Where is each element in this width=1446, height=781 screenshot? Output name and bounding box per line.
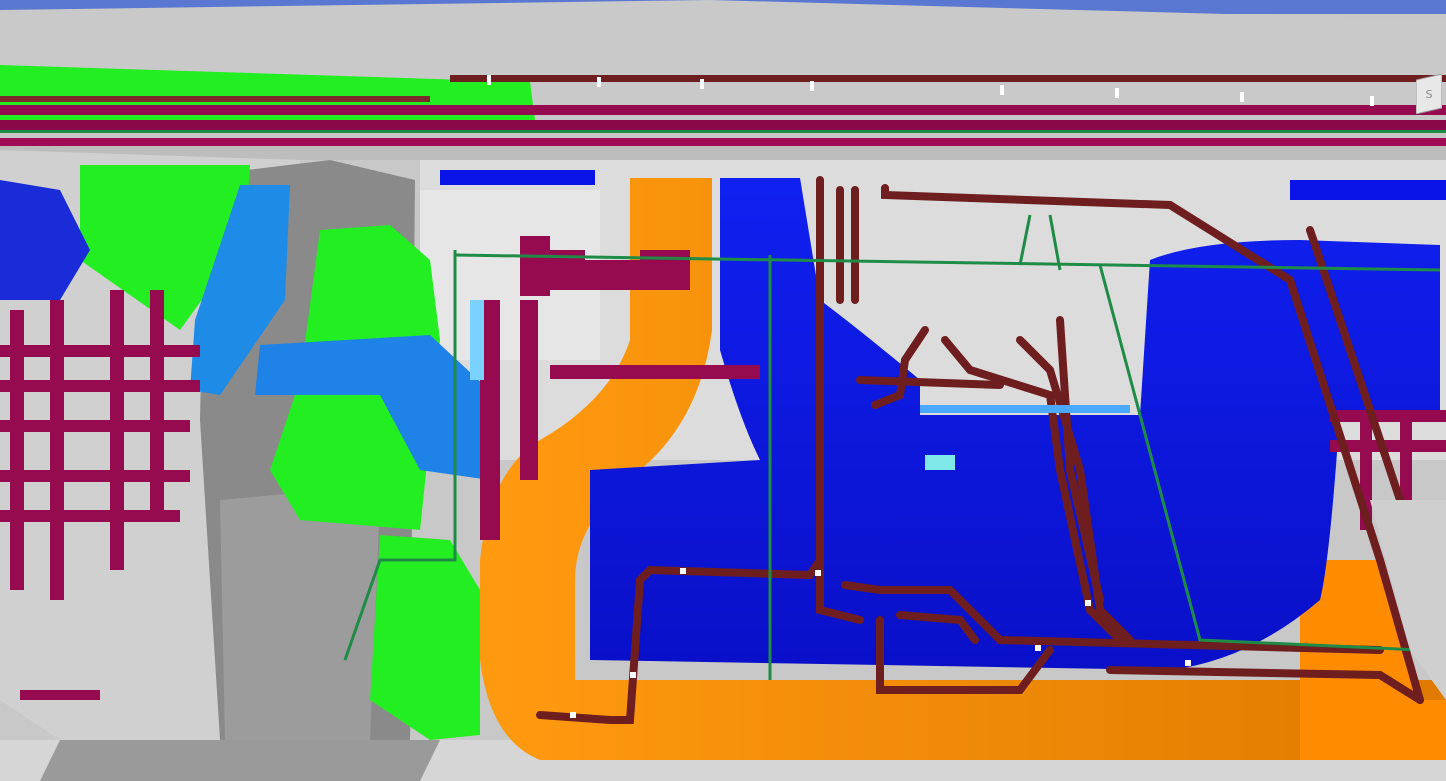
supply-duct-top-band-2: [1290, 180, 1446, 200]
supply-duct-top-band: [440, 170, 595, 185]
pipe-rack-top-2: [0, 120, 1446, 130]
pipe-rack-top-1: [0, 105, 1446, 115]
exhaust-duct-lower: [370, 535, 480, 740]
model-viewport[interactable]: [0, 0, 1446, 781]
svg-text:S: S: [1426, 88, 1433, 101]
cyan-pipe: [470, 300, 484, 380]
floor-dark: [40, 740, 440, 781]
conduit-top: [0, 130, 1446, 133]
view-navigation-cube-icon[interactable]: S: [1416, 74, 1442, 114]
cyan-pipe-2: [920, 405, 1130, 413]
cyan-box: [925, 455, 955, 470]
pipe-top-brown-2: [0, 96, 430, 102]
grey-shaft: [220, 490, 380, 740]
pipe-rack-top-3: [0, 138, 1446, 146]
